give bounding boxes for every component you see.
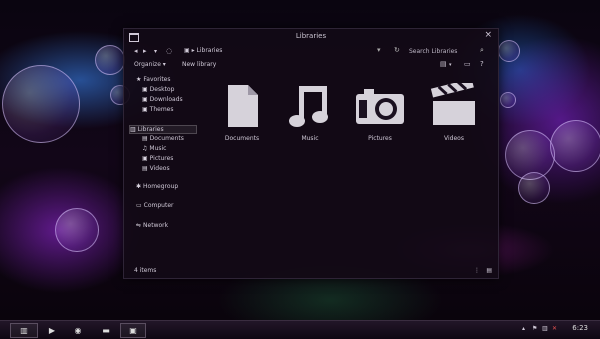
sidebar-item-label: Documents (149, 135, 184, 142)
sidebar-item-downloads[interactable]: ▣ Downloads (142, 96, 183, 103)
document-icon: ▤ (142, 135, 148, 142)
sidebar-item-label: Computer (143, 202, 174, 209)
organize-button[interactable]: Organize ▾ (134, 61, 166, 68)
app-icon: ▬ (102, 326, 110, 335)
camera-icon (356, 89, 404, 124)
sidebar-item-computer[interactable]: ▭ Computer (136, 202, 174, 209)
new-library-button[interactable]: New library (182, 61, 216, 68)
refresh-icon[interactable]: ↻ (394, 46, 400, 54)
search-icon[interactable]: ⌕ (480, 46, 484, 55)
forward-arrow-icon[interactable]: ▸ (143, 47, 147, 55)
downloads-icon: ▣ (142, 96, 148, 103)
sidebar-item-label: Music (149, 145, 167, 152)
star-icon: ★ (136, 76, 142, 83)
chevron-down-icon[interactable]: ▾ (377, 46, 381, 54)
play-icon: ▶ (48, 326, 56, 335)
wallpaper-bubble (498, 40, 520, 62)
wallpaper-bubble (2, 65, 80, 143)
sidebar-item-videos[interactable]: ▤ Videos (142, 165, 170, 172)
flag-icon[interactable]: ⚑ (532, 325, 537, 332)
library-music[interactable]: Music (280, 83, 340, 142)
wallpaper-bubble (95, 45, 125, 75)
status-item-count: 4 items (134, 267, 157, 274)
network-icon: ⇋ (136, 222, 142, 229)
sidebar-item-label: Desktop (149, 86, 175, 93)
sidebar-item-network[interactable]: ⇋ Network (136, 222, 168, 229)
folder-icon: ▣ (142, 106, 148, 113)
start-button[interactable]: ▥ (10, 323, 38, 338)
sidebar-item-favorites[interactable]: ★ Favorites (136, 76, 171, 83)
library-pictures[interactable]: Pictures (350, 83, 410, 142)
browser-button[interactable]: ◉ (66, 323, 90, 338)
explorer-icon: ▥ (20, 326, 28, 335)
library-label: Documents (224, 135, 260, 142)
sidebar-item-label: Pictures (149, 155, 174, 162)
sidebar-item-label: Homegroup (143, 183, 179, 190)
sidebar-item-libraries[interactable]: ▥ Libraries (129, 125, 197, 134)
wallpaper-bubble (500, 92, 516, 108)
wallpaper-bubble (518, 172, 550, 204)
camera-icon: ▣ (142, 155, 148, 162)
music-icon: ♫ (142, 145, 148, 152)
breadcrumb-libraries[interactable]: Libraries (197, 47, 223, 54)
sidebar-item-documents[interactable]: ▤ Documents (142, 135, 184, 142)
explorer-window: Libraries × ◂ ▸ ▾ ◌ ▣ ▸ Libraries ▾ ↻ ⌕ … (123, 28, 499, 279)
library-label: Videos (444, 135, 464, 142)
window-title: Libraries (295, 32, 327, 40)
breadcrumb[interactable]: ▣ ▸ Libraries (184, 47, 222, 54)
sidebar-item-pictures[interactable]: ▣ Pictures (142, 155, 173, 162)
close-button[interactable]: × (484, 30, 492, 40)
homegroup-icon: ✱ (136, 183, 142, 190)
sidebar-item-desktop[interactable]: ▣ Desktop (142, 86, 174, 93)
sidebar-item-music[interactable]: ♫ Music (142, 145, 166, 152)
media-player-button[interactable]: ▶ (40, 323, 64, 338)
desktop-icon: ▣ (142, 86, 148, 93)
details-view-icon[interactable]: ⋮ (474, 267, 480, 274)
search-input[interactable] (409, 46, 489, 56)
explorer-task-button[interactable]: ▣ (120, 323, 146, 338)
window-icon: ▣ (129, 326, 137, 335)
sidebar-item-label: Libraries (137, 126, 164, 133)
toolbar: Organize ▾ New library ▤ ▾ ▭ ? (124, 59, 498, 71)
library-label: Pictures (368, 135, 392, 142)
show-hidden-icons[interactable]: ▴ (522, 325, 525, 332)
title-bar[interactable]: Libraries × (124, 29, 498, 45)
computer-icon: ▭ (136, 202, 142, 209)
library-icon: ▥ (130, 126, 136, 133)
preview-pane-icon[interactable]: ▭ (464, 60, 471, 68)
volume-muted-icon[interactable]: ✕ (552, 325, 557, 332)
back-arrow-icon[interactable]: ◂ (134, 47, 138, 55)
chevron-down-icon[interactable]: ▾ (449, 62, 452, 68)
sidebar-item-homegroup[interactable]: ✱ Homegroup (136, 183, 178, 190)
sidebar-item-themes[interactable]: ▣ Themes (142, 106, 174, 113)
address-bar: ◂ ▸ ▾ ◌ ▣ ▸ Libraries ▾ ↻ ⌕ (124, 45, 498, 59)
sidebar-item-label: Themes (149, 106, 174, 113)
recent-locations-icon[interactable]: ◌ (166, 47, 172, 55)
history-dropdown-icon[interactable]: ▾ (154, 48, 157, 55)
app-button[interactable]: ▬ (94, 323, 118, 338)
wallpaper-bubble (550, 120, 600, 172)
network-icon[interactable]: ▥ (542, 325, 548, 332)
help-icon[interactable]: ? (480, 60, 484, 68)
clapperboard-icon (430, 83, 475, 125)
sidebar-item-label: Downloads (149, 96, 183, 103)
view-options-icon[interactable]: ▤ (440, 60, 447, 68)
sidebar-item-label: Videos (149, 165, 170, 172)
clock[interactable]: 6:23 (572, 324, 588, 332)
library-label: Music (301, 135, 319, 142)
library-videos[interactable]: Videos (424, 83, 484, 142)
document-icon (228, 85, 258, 127)
sidebar-item-label: Network (143, 222, 169, 229)
library-content: Documents Music Pictures Videos (212, 73, 494, 213)
sidebar-item-label: Favorites (143, 76, 171, 83)
music-icon (289, 86, 328, 127)
wallpaper-bubble (55, 208, 99, 252)
taskbar: ▥ ▶ ◉ ▬ ▣ ▴ ⚑ ▥ ✕ 6:23 (0, 320, 600, 339)
clapperboard-icon: ▤ (142, 165, 148, 172)
tiles-view-icon[interactable]: ▤ (486, 267, 492, 274)
chrome-icon: ◉ (74, 326, 82, 335)
library-documents[interactable]: Documents (212, 83, 272, 142)
